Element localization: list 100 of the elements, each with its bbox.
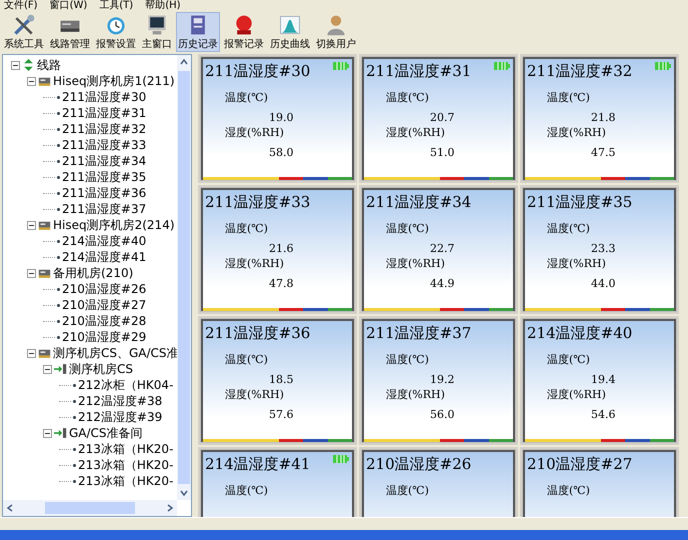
temperature-label: 温度(℃) [224,90,269,105]
temperature-value: 19.2 [429,373,456,387]
tree-item[interactable]: Hiseq测序机房2(214) [53,216,175,234]
scroll-right-icon[interactable] [166,504,174,512]
toolbar-button[interactable]: 报警设置 [94,12,138,52]
sensor-title: 211温湿度#37 [365,323,472,344]
humidity-label: 湿度(%RH) [385,125,446,140]
sensor-card[interactable]: 211温湿度#35 温度(℃) 23.3 湿度(%RH) 44.0 [520,185,679,314]
humidity-label: 湿度(%RH) [224,125,285,140]
bullet-icon [57,112,60,114]
tree-item[interactable]: 211温湿度#37 [62,200,146,218]
sensor-card[interactable]: 214温湿度#41 温度(℃) [198,447,357,517]
collapse-icon[interactable] [27,220,36,230]
vertical-scrollbar[interactable] [177,55,191,500]
temperature-value: 18.5 [268,373,294,387]
scroll-down-icon[interactable] [180,489,188,497]
temperature-value: 19.0 [268,111,294,125]
sensor-card[interactable]: 211温湿度#36 温度(℃) 18.5 湿度(%RH) 57.6 [198,316,357,445]
toolbar-button[interactable]: 切换用户 [314,12,358,52]
tree-item[interactable]: 210温湿度#29 [62,328,146,346]
collapse-icon[interactable] [43,428,52,438]
tree-item[interactable]: GA/CS准备间 [69,424,143,442]
menu-item[interactable]: 帮助(H) [145,0,181,12]
tree-item[interactable]: 210温湿度#28 [62,312,146,330]
tree-item[interactable]: 213冰箱（HK20- [78,472,174,490]
tree-line-icon [59,448,71,450]
collapse-icon[interactable] [27,76,36,86]
sensor-card[interactable]: 210温湿度#27 温度(℃) [520,447,679,517]
bullet-icon [57,192,60,194]
tree-line-icon [43,176,55,178]
tree-item[interactable]: 212温湿度#39 [78,408,162,426]
sensor-card[interactable]: 211温湿度#37 温度(℃) 19.2 湿度(%RH) 56.0 [359,316,518,445]
tree-line-icon [43,112,55,114]
bullet-icon [57,144,60,146]
tree-line-icon [43,128,55,130]
tree-item[interactable]: 211温湿度#32 [62,120,146,138]
tree-item[interactable]: 211温湿度#36 [62,184,146,202]
scroll-up-icon[interactable] [180,58,188,66]
sensor-card[interactable]: 211温湿度#34 温度(℃) 22.7 湿度(%RH) 44.9 [359,185,518,314]
server-icon [38,219,51,231]
temperature-label: 温度(℃) [385,221,430,236]
tree-line-icon [43,160,55,162]
tree-item[interactable]: 备用机房(210) [53,264,134,282]
tree-item[interactable]: 211温湿度#30 [62,88,146,106]
tree-item[interactable]: 测序机房CS、GA/CS准 [53,344,179,362]
sensor-title: 211温湿度#32 [526,61,634,82]
temperature-label: 温度(℃) [546,221,591,236]
sensor-title: 214温湿度#40 [526,323,634,344]
bullet-icon [57,240,60,242]
sensor-title: 211温湿度#30 [204,61,312,82]
tree-item[interactable]: Hiseq测序机房1(211) [53,72,175,90]
tree-line-icon [59,464,71,466]
sensor-title: 214温湿度#41 [204,454,312,475]
tree-item[interactable]: 211温湿度#34 [62,152,146,170]
sensor-card[interactable]: 211温湿度#31 温度(℃) 20.7 湿度(%RH) 51.0 [359,54,518,183]
toolbar-button[interactable]: 系统工具 [2,12,46,52]
sensor-card[interactable]: 211温湿度#30 温度(℃) 19.0 湿度(%RH) 58.0 [198,54,357,183]
humidity-label: 湿度(%RH) [224,256,285,271]
tree-item[interactable]: 210温湿度#26 [62,280,146,298]
bullet-icon [73,400,76,402]
tree-item[interactable]: 211温湿度#31 [62,104,146,122]
humidity-label: 湿度(%RH) [385,256,446,271]
toolbar-button[interactable]: 报警记录 [222,12,266,52]
tree-line-icon [59,416,71,418]
collapse-icon[interactable] [11,60,20,70]
tree-item[interactable]: 213冰箱（HK20- [78,440,174,458]
horizontal-scrollbar[interactable] [3,500,177,516]
menu-item[interactable]: 工具(T) [99,0,134,12]
scroll-left-icon[interactable] [6,504,14,512]
tree-item[interactable]: 211温湿度#35 [62,168,146,186]
toolbar-button[interactable]: 历史记录 [176,12,220,52]
toolbar-button[interactable]: 主窗口 [140,12,174,52]
humidity-value: 57.6 [268,408,294,422]
tree-item[interactable]: 213冰箱（HK20- [78,456,174,474]
tree-item[interactable]: 212冰柜（HK04- [78,376,174,394]
tree-item[interactable]: 211温湿度#33 [62,136,146,154]
sensor-card[interactable]: 211温湿度#32 温度(℃) 21.8 湿度(%RH) 47.5 [520,54,679,183]
tree-item[interactable]: 214温湿度#41 [62,248,146,266]
collapse-icon[interactable] [27,348,36,358]
sensor-card[interactable]: 211温湿度#33 温度(℃) 21.6 湿度(%RH) 47.8 [198,185,357,314]
tree-line-icon [59,480,71,482]
tree-item[interactable]: 212温湿度#38 [78,392,162,410]
temperature-value: 22.7 [429,242,456,256]
humidity-value: 54.6 [590,408,616,422]
tree-line-icon [43,96,55,98]
humidity-value: 58.0 [268,146,294,160]
tree-item[interactable]: 线路 [37,56,61,74]
tree-item[interactable]: 214温湿度#40 [62,232,146,250]
collapse-icon[interactable] [27,268,36,278]
toolbar-button[interactable]: 线路管理 [48,12,92,52]
sensor-card[interactable]: 214温湿度#40 温度(℃) 19.4 湿度(%RH) 54.6 [520,316,679,445]
sensor-title: 211温湿度#31 [365,61,472,82]
tree-line-icon [59,384,71,386]
sensor-card[interactable]: 210温湿度#26 温度(℃) [359,447,518,517]
humidity-value: 44.9 [429,277,456,291]
tree-item[interactable]: 测序机房CS [69,360,133,378]
tree-item[interactable]: 210温湿度#27 [62,296,146,314]
toolbar-button[interactable]: 历史曲线 [268,12,312,52]
temperature-value: 21.8 [590,111,616,125]
collapse-icon[interactable] [43,364,52,374]
